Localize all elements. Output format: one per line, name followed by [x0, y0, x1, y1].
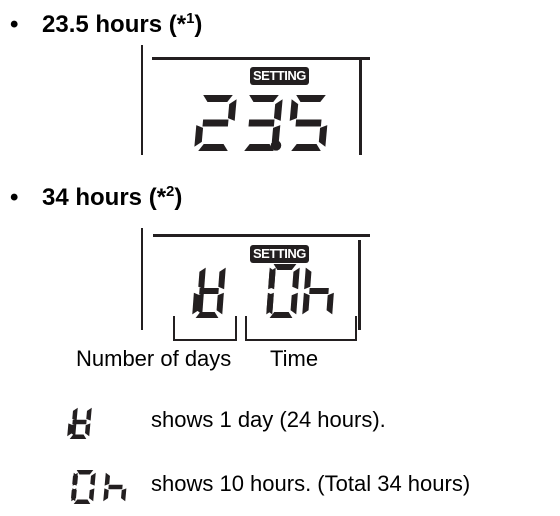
setting-badge: SETTING [250, 245, 309, 263]
segment-d [195, 312, 219, 318]
display-top-edge [153, 234, 370, 237]
display-left-edge [141, 45, 143, 155]
lcd-symbol-1d [67, 407, 92, 439]
segment-d [269, 312, 293, 318]
segment-d [291, 144, 321, 151]
legend-text-10h: shows 10 hours. (Total 34 hours) [151, 471, 471, 496]
display-top-edge [152, 57, 370, 60]
segment-b [273, 99, 283, 121]
legend-text-1d: shows 1 day (24 hours). [151, 407, 386, 432]
bullet: • [10, 11, 19, 38]
lcd-char-h [302, 267, 334, 315]
segment-g [248, 119, 275, 127]
segment-g [309, 288, 329, 294]
lcd-digits-23-5 [194, 95, 328, 151]
setting-badge: SETTING [250, 67, 309, 85]
segment-c [318, 125, 328, 147]
decimal-point [270, 140, 282, 151]
segment-a [249, 95, 279, 102]
segment-g [202, 119, 229, 127]
segment-d [69, 434, 87, 439]
segment-d [244, 144, 274, 151]
lcd-char-d [192, 267, 226, 318]
time-label: Time [270, 346, 319, 371]
segment-b [198, 267, 206, 290]
segment-e [266, 292, 274, 315]
segment-e [67, 423, 73, 437]
bullet: • [10, 184, 19, 211]
days-bracket-bottom [173, 339, 237, 341]
lcd-char-0 [266, 264, 300, 318]
lcd-digits-1d-10h [192, 264, 334, 318]
footnote-ref: (*1) [168, 10, 203, 38]
segment-f [289, 99, 299, 121]
segment-c [121, 488, 127, 502]
segment-b [218, 267, 226, 290]
segment-e [302, 292, 310, 315]
heading-34-hours: • 34 hours (*2) [10, 178, 182, 212]
display-left-edge [141, 228, 143, 330]
segment-c [85, 423, 91, 437]
display-right-edge [359, 60, 362, 155]
time-bracket-bottom [245, 339, 357, 341]
segment-c [290, 292, 298, 315]
segment-d [198, 144, 228, 151]
footnote-ref: (*2) [148, 183, 183, 211]
segment-a [76, 470, 94, 475]
segment-f [104, 472, 110, 486]
segment-a [203, 95, 233, 102]
segment-b [72, 407, 78, 421]
segment-e [194, 125, 204, 147]
time-bracket-left [245, 316, 247, 341]
segment-c [326, 292, 334, 315]
legend-char-d [67, 407, 92, 439]
lcd-symbol-10h [71, 470, 127, 504]
segment-c [216, 292, 224, 315]
lcd-char-2 [194, 95, 237, 151]
legend-char-h [103, 472, 127, 502]
segment-b [90, 472, 96, 486]
segment-b [227, 99, 237, 121]
segment-c [89, 488, 95, 502]
heading-text: 23.5 hours [42, 11, 163, 38]
segment-g [72, 419, 87, 425]
heading-23-5-hours: • 23.5 hours (*1) [10, 5, 202, 39]
segment-f [304, 267, 312, 290]
segment-b [86, 407, 92, 421]
segment-g [108, 484, 123, 490]
segment-a [296, 95, 326, 102]
segment-e [103, 488, 109, 502]
days-bracket-right [235, 316, 237, 341]
days-bracket-left [173, 316, 175, 341]
segment-d [73, 499, 91, 504]
lcd-char-5 [289, 95, 328, 151]
segment-a [273, 264, 297, 270]
time-bracket-right [355, 316, 357, 341]
segment-b [292, 267, 300, 290]
segment-g [295, 119, 322, 127]
heading-text: 34 hours [42, 184, 143, 211]
number-of-days-label: Number of days [76, 346, 232, 371]
segment-g [199, 288, 219, 294]
